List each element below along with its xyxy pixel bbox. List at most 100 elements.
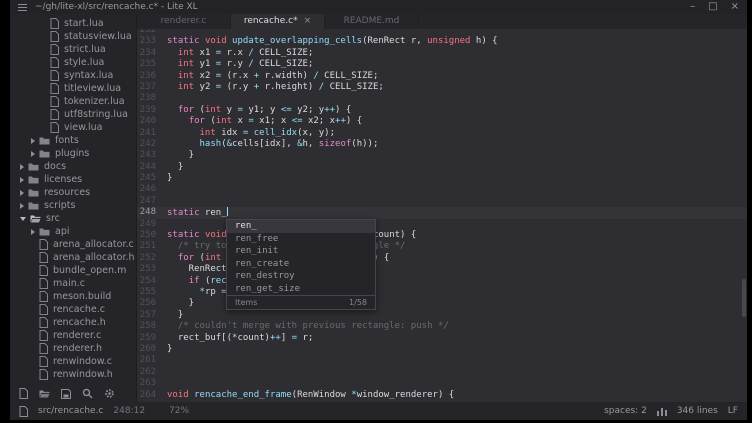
tab-rencache-c[interactable]: rencache.c*× bbox=[231, 14, 325, 29]
save-icon[interactable] bbox=[61, 389, 71, 399]
line-number: 234 bbox=[137, 48, 167, 59]
tab-renderer-c[interactable]: renderer.c bbox=[137, 14, 231, 29]
status-line-ending[interactable]: LF bbox=[728, 406, 738, 416]
tree-item-plugins[interactable]: plugins bbox=[10, 147, 136, 160]
tab-label: README.md bbox=[344, 14, 400, 29]
tree-item-label: docs bbox=[44, 161, 66, 172]
tree-item-rencache-c[interactable]: rencache.c bbox=[10, 303, 136, 316]
code-line[interactable]: 232 bbox=[137, 29, 747, 36]
autocomplete-items-label: Items bbox=[235, 298, 257, 307]
editor-pane: renderer.crencache.c*× README.md 232233st… bbox=[137, 14, 747, 402]
code-line[interactable]: 237 int y2 = (r.y + r.height) / CELL_SIZ… bbox=[137, 82, 747, 93]
file-icon bbox=[39, 356, 48, 367]
settings-icon[interactable] bbox=[104, 388, 115, 399]
code-line[interactable]: 264void rencache_end_frame(RenWindow *wi… bbox=[137, 390, 747, 401]
tree-item-renderer-h[interactable]: renderer.h bbox=[10, 342, 136, 355]
code-editor[interactable]: 232233static void update_overlapping_cel… bbox=[137, 29, 747, 402]
minimize-button[interactable]: – bbox=[690, 0, 695, 14]
code-line[interactable]: 242 hash(&cells[idx], &h, sizeof(h)); bbox=[137, 139, 747, 150]
tree-item-arena-allocator-c[interactable]: arena_allocator.c bbox=[10, 238, 136, 251]
code-line[interactable]: 261 bbox=[137, 355, 747, 366]
code-line[interactable]: 239 for (int y = y1; y <= y2; y++) { bbox=[137, 105, 747, 116]
code-line[interactable]: 246 bbox=[137, 184, 747, 195]
tree-item-meson-build[interactable]: meson.build bbox=[10, 290, 136, 303]
code-line[interactable]: 248static ren_ bbox=[137, 207, 747, 218]
autocomplete-item-ren-free[interactable]: ren_free bbox=[227, 233, 375, 246]
editor-scrollbar-thumb[interactable] bbox=[742, 279, 746, 317]
search-icon[interactable] bbox=[82, 388, 93, 399]
tree-item-renderer-c[interactable]: renderer.c bbox=[10, 329, 136, 342]
code-line[interactable]: 244 } bbox=[137, 162, 747, 173]
tree-item-titleview-lua[interactable]: titleview.lua bbox=[10, 82, 136, 95]
tree-item-rencache-h[interactable]: rencache.h bbox=[10, 316, 136, 329]
line-text bbox=[167, 196, 747, 207]
tree-item-resources[interactable]: resources bbox=[10, 186, 136, 199]
code-line[interactable]: 236 int x2 = (r.x + r.width) / CELL_SIZE… bbox=[137, 71, 747, 82]
code-line[interactable]: 259 rect_buf[(*count)++] = r; bbox=[137, 333, 747, 344]
tree-item-view-lua[interactable]: view.lua bbox=[10, 121, 136, 134]
line-number: 252 bbox=[137, 253, 167, 264]
autocomplete-item-ren-create[interactable]: ren_create bbox=[227, 258, 375, 271]
tree-item-label: main.c bbox=[53, 278, 85, 289]
tree-item-docs[interactable]: docs bbox=[10, 160, 136, 173]
tree-item-tokenizer-lua[interactable]: tokenizer.lua bbox=[10, 95, 136, 108]
code-line[interactable]: 263 bbox=[137, 378, 747, 389]
code-line[interactable]: 241 int idx = cell_idx(x, y); bbox=[137, 128, 747, 139]
close-button[interactable]: × bbox=[731, 0, 739, 14]
tree-item-label: titleview.lua bbox=[64, 83, 121, 94]
tree-item-label: src bbox=[46, 213, 60, 224]
tree-item-fonts[interactable]: fonts bbox=[10, 134, 136, 147]
file-icon bbox=[39, 304, 48, 315]
code-line[interactable]: 240 for (int x = x1; x <= x2; x++) { bbox=[137, 116, 747, 127]
file-icon bbox=[39, 278, 48, 289]
tab-close-icon[interactable]: × bbox=[304, 14, 312, 29]
tree-item-api[interactable]: api bbox=[10, 225, 136, 238]
tree-item-main-c[interactable]: main.c bbox=[10, 277, 136, 290]
menu-icon[interactable] bbox=[18, 4, 27, 11]
file-icon bbox=[39, 343, 48, 354]
tree-item-arena-allocator-h[interactable]: arena_allocator.h bbox=[10, 251, 136, 264]
tree-item-renwindow-h[interactable]: renwindow.h bbox=[10, 368, 136, 381]
tree-item-bundle-open-m[interactable]: bundle_open.m bbox=[10, 264, 136, 277]
code-line[interactable]: 258 /* couldn't merge with previous rect… bbox=[137, 321, 747, 332]
code-line[interactable]: 235 int y1 = r.y / CELL_SIZE; bbox=[137, 59, 747, 70]
maximize-button[interactable]: □ bbox=[708, 0, 717, 14]
tree-item-renwindow-c[interactable]: renwindow.c bbox=[10, 355, 136, 368]
tree-item-strict-lua[interactable]: strict.lua bbox=[10, 43, 136, 56]
tree-item-start-lua[interactable]: start.lua bbox=[10, 17, 136, 30]
chevron-right-icon bbox=[20, 203, 24, 209]
tree-item-scripts[interactable]: scripts bbox=[10, 199, 136, 212]
tree-item-statusview-lua[interactable]: statusview.lua bbox=[10, 30, 136, 43]
autocomplete-item-ren[interactable]: ren_ bbox=[227, 220, 375, 233]
line-number: 233 bbox=[137, 36, 167, 47]
code-line[interactable]: 245} bbox=[137, 173, 747, 184]
code-line[interactable]: 262 bbox=[137, 367, 747, 378]
code-line[interactable]: 233static void update_overlapping_cells(… bbox=[137, 36, 747, 47]
code-line[interactable]: 238 bbox=[137, 93, 747, 104]
code-line[interactable]: 243 } bbox=[137, 150, 747, 161]
tree-item-utf8string-lua[interactable]: utf8string.lua bbox=[10, 108, 136, 121]
file-tree-panel: start.luastatusview.luastrict.luastyle.l… bbox=[10, 14, 137, 402]
tree-item-licenses[interactable]: licenses bbox=[10, 173, 136, 186]
tree-item-syntax-lua[interactable]: syntax.lua bbox=[10, 69, 136, 82]
tab-readme-md[interactable]: README.md bbox=[325, 14, 419, 29]
autocomplete-item-ren-init[interactable]: ren_init bbox=[227, 245, 375, 258]
line-text: int y2 = (r.y + r.height) / CELL_SIZE; bbox=[167, 82, 747, 93]
autocomplete-item-ren-destroy[interactable]: ren_destroy bbox=[227, 270, 375, 283]
autocomplete-item-ren-get-size[interactable]: ren_get_size bbox=[227, 283, 375, 296]
folder-icon bbox=[28, 201, 39, 210]
status-indent-mode[interactable]: spaces: 2 bbox=[604, 406, 647, 416]
code-line[interactable]: 257 } bbox=[137, 310, 747, 321]
code-line[interactable]: 260} bbox=[137, 344, 747, 355]
line-number: 235 bbox=[137, 59, 167, 70]
open-folder-icon[interactable] bbox=[39, 389, 50, 398]
code-line[interactable]: 247 bbox=[137, 196, 747, 207]
window-controls: –□ × bbox=[690, 0, 739, 14]
tree-item-style-lua[interactable]: style.lua bbox=[10, 56, 136, 69]
line-text bbox=[167, 378, 747, 389]
tree-item-src[interactable]: src bbox=[10, 212, 136, 225]
new-file-icon[interactable] bbox=[19, 388, 28, 399]
code-line[interactable]: 234 int x1 = r.x / CELL_SIZE; bbox=[137, 48, 747, 59]
status-filename: src/rencache.c bbox=[38, 406, 103, 416]
line-number: 253 bbox=[137, 264, 167, 275]
